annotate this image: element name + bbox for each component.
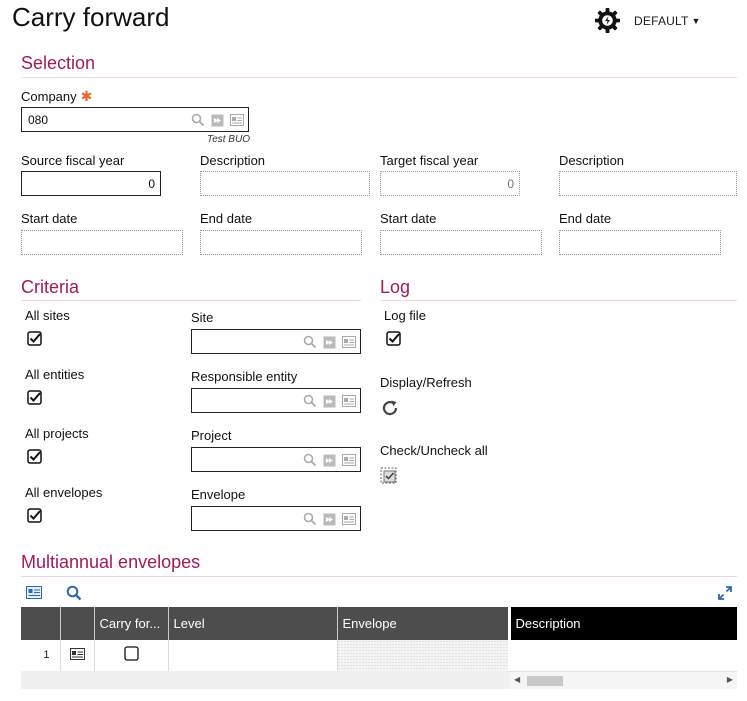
all-projects-label: All projects [25, 426, 89, 441]
carry-forward-checkbox[interactable] [123, 646, 139, 661]
search-icon[interactable] [303, 512, 317, 526]
company-subtext: Test BUO [207, 134, 250, 145]
responsible-entity-field[interactable] [191, 388, 361, 413]
responsible-entity-label: Responsible entity [191, 369, 298, 384]
multiannual-divider [21, 576, 737, 577]
project-label: Project [191, 428, 232, 443]
search-icon[interactable] [303, 394, 317, 408]
profile-menu[interactable]: DEFAULT ▼ [594, 7, 700, 34]
select-arrow-icon[interactable] [323, 513, 336, 526]
grid-header-actions [60, 607, 95, 640]
envelope-cell[interactable] [337, 640, 510, 672]
all-envelopes-label: All envelopes [25, 485, 103, 500]
required-icon: ✱ [80, 88, 93, 104]
log-file-checkbox[interactable] [386, 331, 401, 346]
all-envelopes-checkbox[interactable] [27, 508, 42, 523]
search-icon[interactable] [303, 453, 317, 467]
criteria-divider [21, 300, 361, 301]
description-cell[interactable] [507, 640, 737, 672]
row-number: 1 [21, 640, 61, 672]
gear-icon[interactable] [594, 7, 621, 34]
log-section-title: Log [380, 277, 411, 297]
criteria-section-title: Criteria [21, 277, 80, 297]
search-icon[interactable] [303, 335, 317, 349]
horizontal-scrollbar[interactable]: ◀ ▶ [509, 671, 737, 689]
site-label: Site [191, 310, 214, 325]
company-label: Company ✱ [21, 88, 93, 104]
target-fiscal-year-field[interactable]: 0 [380, 171, 520, 196]
log-file-label: Log file [384, 308, 426, 323]
row-detail-cell[interactable] [60, 640, 95, 672]
refresh-icon[interactable] [380, 398, 400, 418]
source-fiscal-year-value: 0 [148, 177, 155, 191]
page-title: Carry forward [12, 2, 170, 32]
source-fiscal-year-field[interactable]: 0 [21, 171, 161, 196]
start-date-label: Start date [21, 211, 78, 226]
grid-scrollbar-area: ◀ ▶ [21, 671, 737, 689]
detail-card-icon[interactable] [342, 454, 356, 466]
company-field[interactable]: 080 [21, 107, 249, 132]
target-description-label: Description [559, 153, 625, 168]
grid-header-level[interactable]: Level [168, 607, 338, 640]
all-sites-checkbox[interactable] [27, 331, 42, 346]
scrollbar-thumb[interactable] [527, 676, 563, 686]
target-end-date-field[interactable] [559, 230, 721, 255]
log-divider [380, 300, 737, 301]
select-arrow-icon[interactable] [323, 336, 336, 349]
grid-header-carry-forward[interactable]: Carry for... [94, 607, 169, 640]
scroll-left-icon[interactable]: ◀ [514, 675, 520, 684]
multiannual-section-title: Multiannual envelopes [21, 552, 201, 572]
selection-section-title: Selection [21, 53, 96, 73]
envelope-field[interactable] [191, 506, 361, 531]
end-date-field[interactable] [200, 230, 362, 255]
envelope-label: Envelope [191, 487, 246, 502]
detail-view-icon[interactable] [26, 586, 42, 599]
target-end-date-label: End date [559, 211, 612, 226]
expand-icon[interactable] [717, 585, 733, 601]
target-fiscal-year-label: Target fiscal year [380, 153, 479, 168]
site-field[interactable] [191, 329, 361, 354]
display-refresh-label: Display/Refresh [380, 375, 472, 390]
select-arrow-icon[interactable] [323, 454, 336, 467]
source-description-field[interactable] [200, 171, 370, 196]
envelopes-grid: Carry for... Level Envelope Description … [21, 607, 737, 689]
grid-header-rownum [21, 607, 61, 640]
start-date-field[interactable] [21, 230, 183, 255]
select-arrow-icon[interactable] [323, 395, 336, 408]
target-description-field[interactable] [559, 171, 737, 196]
grid-header-description[interactable]: Description [507, 607, 737, 640]
project-field[interactable] [191, 447, 361, 472]
carry-forward-cell[interactable] [94, 640, 169, 672]
all-entities-label: All entities [25, 367, 85, 382]
company-value: 080 [28, 113, 49, 127]
source-fiscal-year-label: Source fiscal year [21, 153, 125, 168]
search-icon[interactable] [66, 585, 82, 601]
scroll-right-icon[interactable]: ▶ [727, 675, 733, 684]
target-start-date-label: Start date [380, 211, 437, 226]
search-icon[interactable] [191, 113, 205, 127]
end-date-label: End date [200, 211, 253, 226]
check-uncheck-all-label: Check/Uncheck all [380, 443, 488, 458]
detail-card-icon[interactable] [230, 114, 244, 126]
detail-card-icon[interactable] [342, 513, 356, 525]
level-cell[interactable] [168, 640, 338, 672]
all-sites-label: All sites [25, 308, 70, 323]
detail-card-icon[interactable] [342, 336, 356, 348]
selection-divider [21, 77, 737, 78]
target-fiscal-year-value: 0 [507, 177, 514, 191]
table-row[interactable]: 1 [21, 640, 737, 672]
chevron-down-icon[interactable]: ▼ [692, 16, 701, 26]
all-entities-checkbox[interactable] [27, 390, 42, 405]
profile-label[interactable]: DEFAULT [634, 14, 689, 28]
detail-card-icon[interactable] [342, 395, 356, 407]
check-uncheck-all-icon[interactable] [380, 467, 398, 485]
source-description-label: Description [200, 153, 266, 168]
all-projects-checkbox[interactable] [27, 449, 42, 464]
target-start-date-field[interactable] [380, 230, 542, 255]
select-arrow-icon[interactable] [211, 114, 224, 127]
grid-header-envelope[interactable]: Envelope [337, 607, 510, 640]
row-detail-icon[interactable] [69, 647, 85, 660]
